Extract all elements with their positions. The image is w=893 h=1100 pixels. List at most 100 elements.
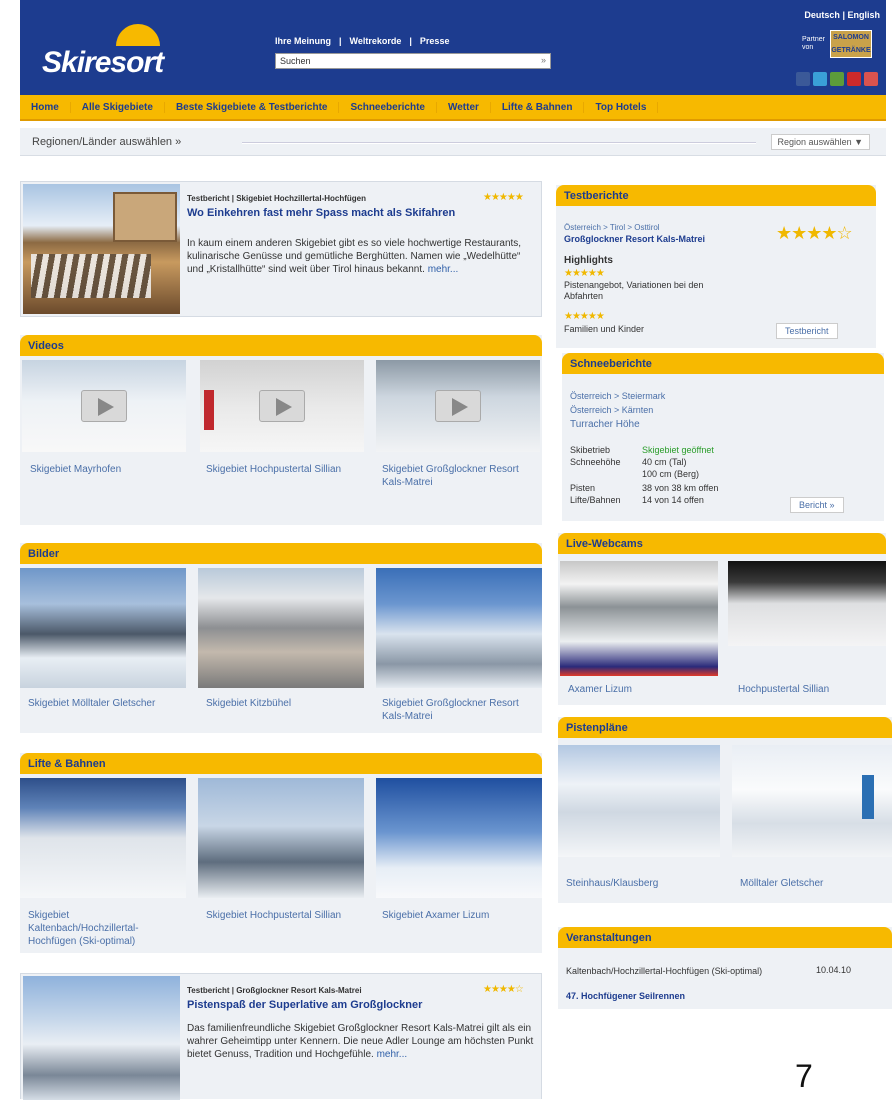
site-header: Skiresort Ihre Meinung | Weltrekorde | Press… <box>20 0 886 95</box>
lift-thumb[interactable] <box>198 778 364 898</box>
nav-beste-skigebiete[interactable]: Beste Skigebiete & Testberichte <box>165 101 340 113</box>
play-icon[interactable] <box>259 390 305 422</box>
bericht-button[interactable]: Bericht » <box>790 497 844 513</box>
lang-english[interactable]: English <box>847 10 880 20</box>
video-thumb[interactable] <box>22 360 186 452</box>
lifte-section: Lifte & Bahnen Skigebiet Kaltenbach/Hoch… <box>20 753 542 953</box>
site-logo[interactable]: Skiresort <box>42 24 164 80</box>
place-link[interactable]: Turracher Höhe <box>570 419 640 430</box>
nav-lifte-bahnen[interactable]: Lifte & Bahnen <box>491 101 585 113</box>
link-ihre-meinung[interactable]: Ihre Meinung <box>275 36 331 46</box>
nav-top-hotels[interactable]: Top Hotels <box>584 101 659 113</box>
play-icon[interactable] <box>435 390 481 422</box>
webcam-thumb[interactable] <box>560 561 718 676</box>
webcams-box: Live-Webcams Axamer Lizum Hochpustertal … <box>558 533 886 705</box>
bild-caption[interactable]: Skigebiet Mölltaler Gletscher <box>28 697 178 710</box>
schneeberichte-box: Schneeberichte Österreich > Steiermark Ö… <box>562 353 884 521</box>
partner-label: Partner von <box>802 36 825 51</box>
search-value: Suchen <box>280 56 311 66</box>
region-label[interactable]: Regionen/Länder auswählen » <box>32 136 181 148</box>
rss-icon[interactable] <box>864 72 878 86</box>
snow-value: Skigebiet geöffnet <box>642 445 714 455</box>
video-thumb[interactable] <box>200 360 364 452</box>
myspace-icon[interactable] <box>830 72 844 86</box>
video-caption[interactable]: Skigebiet Hochpustertal Sillian <box>206 463 356 476</box>
feature-title[interactable]: Pistenspaß der Superlative am Großglockn… <box>187 999 422 1011</box>
testberichte-header: Testberichte <box>556 185 876 206</box>
lift-thumb[interactable] <box>376 778 542 898</box>
lang-deutsch[interactable]: Deutsch <box>804 10 840 20</box>
highlights-label: Highlights <box>564 255 613 266</box>
snow-key: Skibetrieb <box>570 445 611 455</box>
feature-card: Testbericht | Skigebiet Hochzillertal-Ho… <box>20 181 542 317</box>
region-divider <box>242 142 756 144</box>
separator: | <box>339 36 342 46</box>
feature-card: Testbericht | Großglockner Resort Kals-M… <box>20 973 542 1100</box>
snow-key: Lifte/Bahnen <box>570 495 621 505</box>
feature-body: Das familienfreundliche Skigebiet Großgl… <box>187 1023 534 1060</box>
video-caption[interactable]: Skigebiet Mayrhofen <box>30 463 180 476</box>
pistenplan-caption[interactable]: Mölltaler Gletscher <box>740 877 823 890</box>
main-nav: Home Alle Skigebiete Beste Skigebiete & … <box>20 95 886 121</box>
bild-caption[interactable]: Skigebiet Großglockner Resort Kals-Matre… <box>382 697 532 723</box>
breadcrumb[interactable]: Österreich > Tirol > Osttirol <box>564 223 660 232</box>
top-links: Ihre Meinung | Weltrekorde | Presse <box>275 36 457 46</box>
snow-value: 100 cm (Berg) <box>642 469 700 479</box>
region-select[interactable]: Region auswählen ▼ <box>770 134 870 150</box>
feature-meta: Testbericht | Skigebiet Hochzillertal-Ho… <box>187 194 367 203</box>
bild-caption[interactable]: Skigebiet Kitzbühel <box>206 697 356 710</box>
nav-home[interactable]: Home <box>20 101 71 113</box>
bild-thumb[interactable] <box>198 568 364 688</box>
highlight-stars: ★★★★★ <box>564 311 605 322</box>
rating-stars: ★★★★☆ <box>776 223 853 243</box>
play-icon[interactable] <box>81 390 127 422</box>
more-link[interactable]: mehr... <box>428 264 459 275</box>
feature-stars: ★★★★★ <box>483 192 524 203</box>
lift-caption[interactable]: Skigebiet Kaltenbach/Hochzillertal-Hochf… <box>28 909 178 948</box>
lift-caption[interactable]: Skigebiet Axamer Lizum <box>382 909 532 922</box>
pistenplan-thumb[interactable] <box>732 745 892 857</box>
feature-stars: ★★★★☆ <box>483 984 524 995</box>
pistenplan-thumb[interactable] <box>558 745 720 857</box>
region-link[interactable]: Österreich > Steiermark <box>570 391 665 401</box>
snow-value: 40 cm (Tal) <box>642 457 687 467</box>
youtube-icon[interactable] <box>847 72 861 86</box>
feature-title[interactable]: Wo Einkehren fast mehr Spass macht als S… <box>187 207 455 219</box>
event-link[interactable]: 47. Hochfügener Seilrennen <box>566 991 685 1001</box>
search-input[interactable]: Suchen » <box>275 53 551 69</box>
webcam-thumb[interactable] <box>728 561 886 646</box>
feature-photo[interactable] <box>23 184 180 314</box>
video-thumb[interactable] <box>376 360 540 452</box>
bild-thumb[interactable] <box>20 568 186 688</box>
bild-thumb[interactable] <box>376 568 542 688</box>
testbericht-button[interactable]: Testbericht <box>776 323 838 339</box>
resort-link[interactable]: Großglockner Resort Kals-Matrei <box>564 234 705 244</box>
pistenplaene-header: Pistenpläne <box>558 717 892 738</box>
link-presse[interactable]: Presse <box>420 36 450 46</box>
social-icons <box>796 72 878 86</box>
link-weltrekorde[interactable]: Weltrekorde <box>350 36 402 46</box>
separator: | <box>409 36 412 46</box>
nav-alle-skigebiete[interactable]: Alle Skigebiete <box>71 101 165 113</box>
lift-thumb[interactable] <box>20 778 186 898</box>
nav-wetter[interactable]: Wetter <box>437 101 491 113</box>
webcam-caption[interactable]: Axamer Lizum <box>568 683 632 696</box>
pistenplan-caption[interactable]: Steinhaus/Klausberg <box>566 877 658 890</box>
video-caption[interactable]: Skigebiet Großglockner Resort Kals-Matre… <box>382 463 532 489</box>
lift-caption[interactable]: Skigebiet Hochpustertal Sillian <box>206 909 356 922</box>
feature-photo[interactable] <box>23 976 180 1100</box>
bilder-section: Bilder Skigebiet Mölltaler Gletscher Ski… <box>20 543 542 733</box>
facebook-icon[interactable] <box>796 72 810 86</box>
pistenplaene-box: Pistenpläne Steinhaus/Klausberg Mölltale… <box>558 717 892 903</box>
search-go-icon[interactable]: » <box>541 55 546 65</box>
more-link[interactable]: mehr... <box>377 1049 408 1060</box>
twitter-icon[interactable] <box>813 72 827 86</box>
bilder-header: Bilder <box>20 543 542 564</box>
feature-body: In kaum einem anderen Skigebiet gibt es … <box>187 238 522 275</box>
webcam-caption[interactable]: Hochpustertal Sillian <box>738 683 829 696</box>
partner-badge[interactable]: Partner von SALOMON GETRÄNKE <box>802 30 872 60</box>
page-number: 7 <box>795 1058 813 1094</box>
nav-schneeberichte[interactable]: Schneeberichte <box>339 101 437 113</box>
snow-key: Schneehöhe <box>570 457 621 467</box>
region-link[interactable]: Österreich > Kärnten <box>570 405 653 415</box>
